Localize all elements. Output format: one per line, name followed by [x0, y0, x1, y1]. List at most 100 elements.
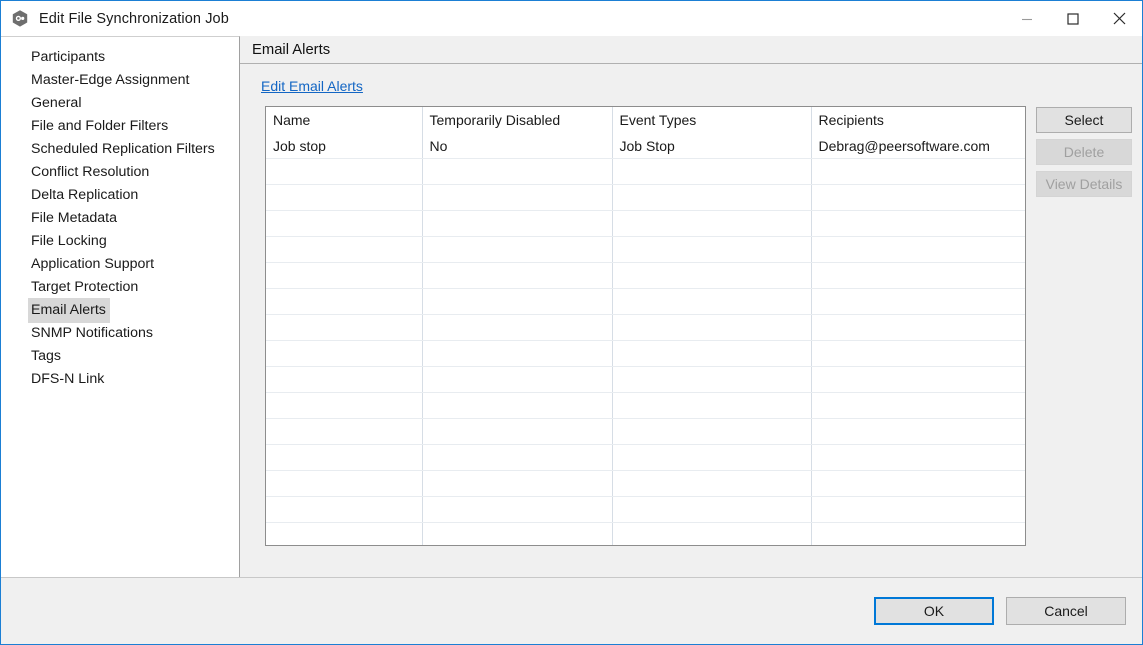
- cell-empty: [422, 314, 613, 341]
- cell-empty: [811, 340, 1025, 367]
- dialog-window: Edit File Synchronization Job Participan…: [0, 0, 1143, 645]
- cell-empty: [266, 158, 423, 185]
- cell-empty: [422, 340, 613, 367]
- cell-empty: [266, 366, 423, 393]
- content-pane: Email Alerts Edit Email Alerts Name Tempo…: [240, 36, 1142, 577]
- table-row-empty[interactable]: [266, 184, 1025, 211]
- column-header[interactable]: Temporarily Disabled: [422, 107, 613, 133]
- cell-empty: [811, 262, 1025, 289]
- select-button[interactable]: Select: [1036, 107, 1132, 133]
- sidebar-item-conflict-resolution[interactable]: Conflict Resolution: [1, 160, 239, 183]
- cell-empty: [266, 418, 423, 445]
- sidebar-item-master-edge-assignment[interactable]: Master-Edge Assignment: [1, 68, 239, 91]
- column-header[interactable]: Name: [266, 107, 423, 133]
- sidebar-item-file-metadata[interactable]: File Metadata: [1, 206, 239, 229]
- sidebar-item-label: Delta Replication: [31, 187, 139, 203]
- cell-empty: [422, 236, 613, 263]
- dialog-footer: OK Cancel: [1, 577, 1142, 644]
- sidebar-item-label: Master-Edge Assignment: [31, 72, 190, 88]
- app-hexagon-icon: [12, 9, 28, 27]
- cell-empty: [612, 288, 812, 315]
- cell-empty: [612, 418, 812, 445]
- minimize-button[interactable]: [1004, 1, 1050, 36]
- table-header-row: Name Temporarily Disabled Event Types Recip…: [266, 107, 1025, 133]
- title-bar: Edit File Synchronization Job: [1, 1, 1142, 36]
- cell-empty: [422, 392, 613, 419]
- table-row-empty[interactable]: [266, 236, 1025, 263]
- cell-empty: [612, 314, 812, 341]
- content-header: Email Alerts: [240, 36, 1142, 64]
- column-header[interactable]: Recipients: [811, 107, 1025, 133]
- table-row[interactable]: Job stop No Job Stop Debrag@peersoftware.co…: [266, 133, 1025, 159]
- sidebar-item-label: Target Protection: [31, 279, 139, 295]
- table-row-empty[interactable]: [266, 392, 1025, 419]
- cell-empty: [266, 496, 423, 523]
- table-row-empty[interactable]: [266, 522, 1025, 545]
- sidebar-item-snmp-notifications[interactable]: SNMP Notifications: [1, 321, 239, 344]
- table-row-empty[interactable]: [266, 366, 1025, 393]
- cell-empty: [811, 210, 1025, 237]
- edit-link-row: Edit Email Alerts: [240, 64, 1142, 106]
- sidebar-item-file-and-folder-filters[interactable]: File and Folder Filters: [1, 114, 239, 137]
- cell-empty: [811, 236, 1025, 263]
- table-row-empty[interactable]: [266, 314, 1025, 341]
- maximize-button[interactable]: [1050, 1, 1096, 36]
- table-row-empty[interactable]: [266, 496, 1025, 523]
- sidebar-item-label: SNMP Notifications: [31, 325, 153, 341]
- sidebar-item-application-support[interactable]: Application Support: [1, 252, 239, 275]
- sidebar-item-tags[interactable]: Tags: [1, 344, 239, 367]
- sidebar-item-general[interactable]: General: [1, 91, 239, 114]
- close-button[interactable]: [1096, 1, 1142, 36]
- table-row-empty[interactable]: [266, 340, 1025, 367]
- cell-empty: [422, 522, 613, 545]
- table-row-empty[interactable]: [266, 444, 1025, 471]
- cell-empty: [811, 392, 1025, 419]
- delete-button: Delete: [1036, 139, 1132, 165]
- sidebar-item-delta-replication[interactable]: Delta Replication: [1, 183, 239, 206]
- cell-empty: [612, 366, 812, 393]
- cell-empty: [612, 236, 812, 263]
- cell-empty: [266, 210, 423, 237]
- table-row-empty[interactable]: [266, 418, 1025, 445]
- table-row-empty[interactable]: [266, 470, 1025, 497]
- cell-empty: [266, 340, 423, 367]
- page-title: Email Alerts: [252, 41, 331, 58]
- cell-empty: [612, 496, 812, 523]
- sidebar-item-file-locking[interactable]: File Locking: [1, 229, 239, 252]
- email-alerts-grid[interactable]: Name Temporarily Disabled Event Types Recip…: [265, 106, 1026, 546]
- cell-empty: [811, 366, 1025, 393]
- sidebar-item-label: Email Alerts: [28, 298, 110, 323]
- cancel-button[interactable]: Cancel: [1006, 597, 1126, 625]
- cell-empty: [811, 522, 1025, 545]
- sidebar-item-email-alerts[interactable]: Email Alerts: [1, 298, 239, 323]
- cell-empty: [422, 418, 613, 445]
- cell-empty: [266, 262, 423, 289]
- sidebar-item-label: DFS-N Link: [31, 371, 105, 387]
- close-icon: [1113, 12, 1125, 25]
- sidebar-item-label: File Locking: [31, 233, 107, 249]
- table-row-empty[interactable]: [266, 288, 1025, 315]
- grid-side-buttons: Select Delete View Details: [1026, 106, 1132, 577]
- maximize-icon: [1067, 12, 1079, 25]
- table-row-empty[interactable]: [266, 262, 1025, 289]
- sidebar-item-label: Application Support: [31, 256, 155, 272]
- column-header[interactable]: Event Types: [612, 107, 812, 133]
- edit-email-alerts-link[interactable]: Edit Email Alerts: [261, 78, 363, 94]
- table-row-empty[interactable]: [266, 158, 1025, 185]
- ok-button[interactable]: OK: [874, 597, 994, 625]
- sidebar-item-participants[interactable]: Participants: [1, 45, 239, 68]
- cell-empty: [422, 366, 613, 393]
- cell-empty: [811, 288, 1025, 315]
- cell-empty: [811, 158, 1025, 185]
- sidebar-item-target-protection[interactable]: Target Protection: [1, 275, 239, 298]
- cell-empty: [612, 340, 812, 367]
- sidebar-item-label: File and Folder Filters: [31, 118, 169, 134]
- sidebar-item-dfs-n-link[interactable]: DFS-N Link: [1, 367, 239, 390]
- sidebar-item-scheduled-replication-filters[interactable]: Scheduled Replication Filters: [1, 137, 239, 160]
- cell-empty: [266, 470, 423, 497]
- cell-empty: [266, 184, 423, 211]
- cell-empty: [266, 236, 423, 263]
- table-row-empty[interactable]: [266, 210, 1025, 237]
- cell-empty: [422, 496, 613, 523]
- cell-empty: [266, 314, 423, 341]
